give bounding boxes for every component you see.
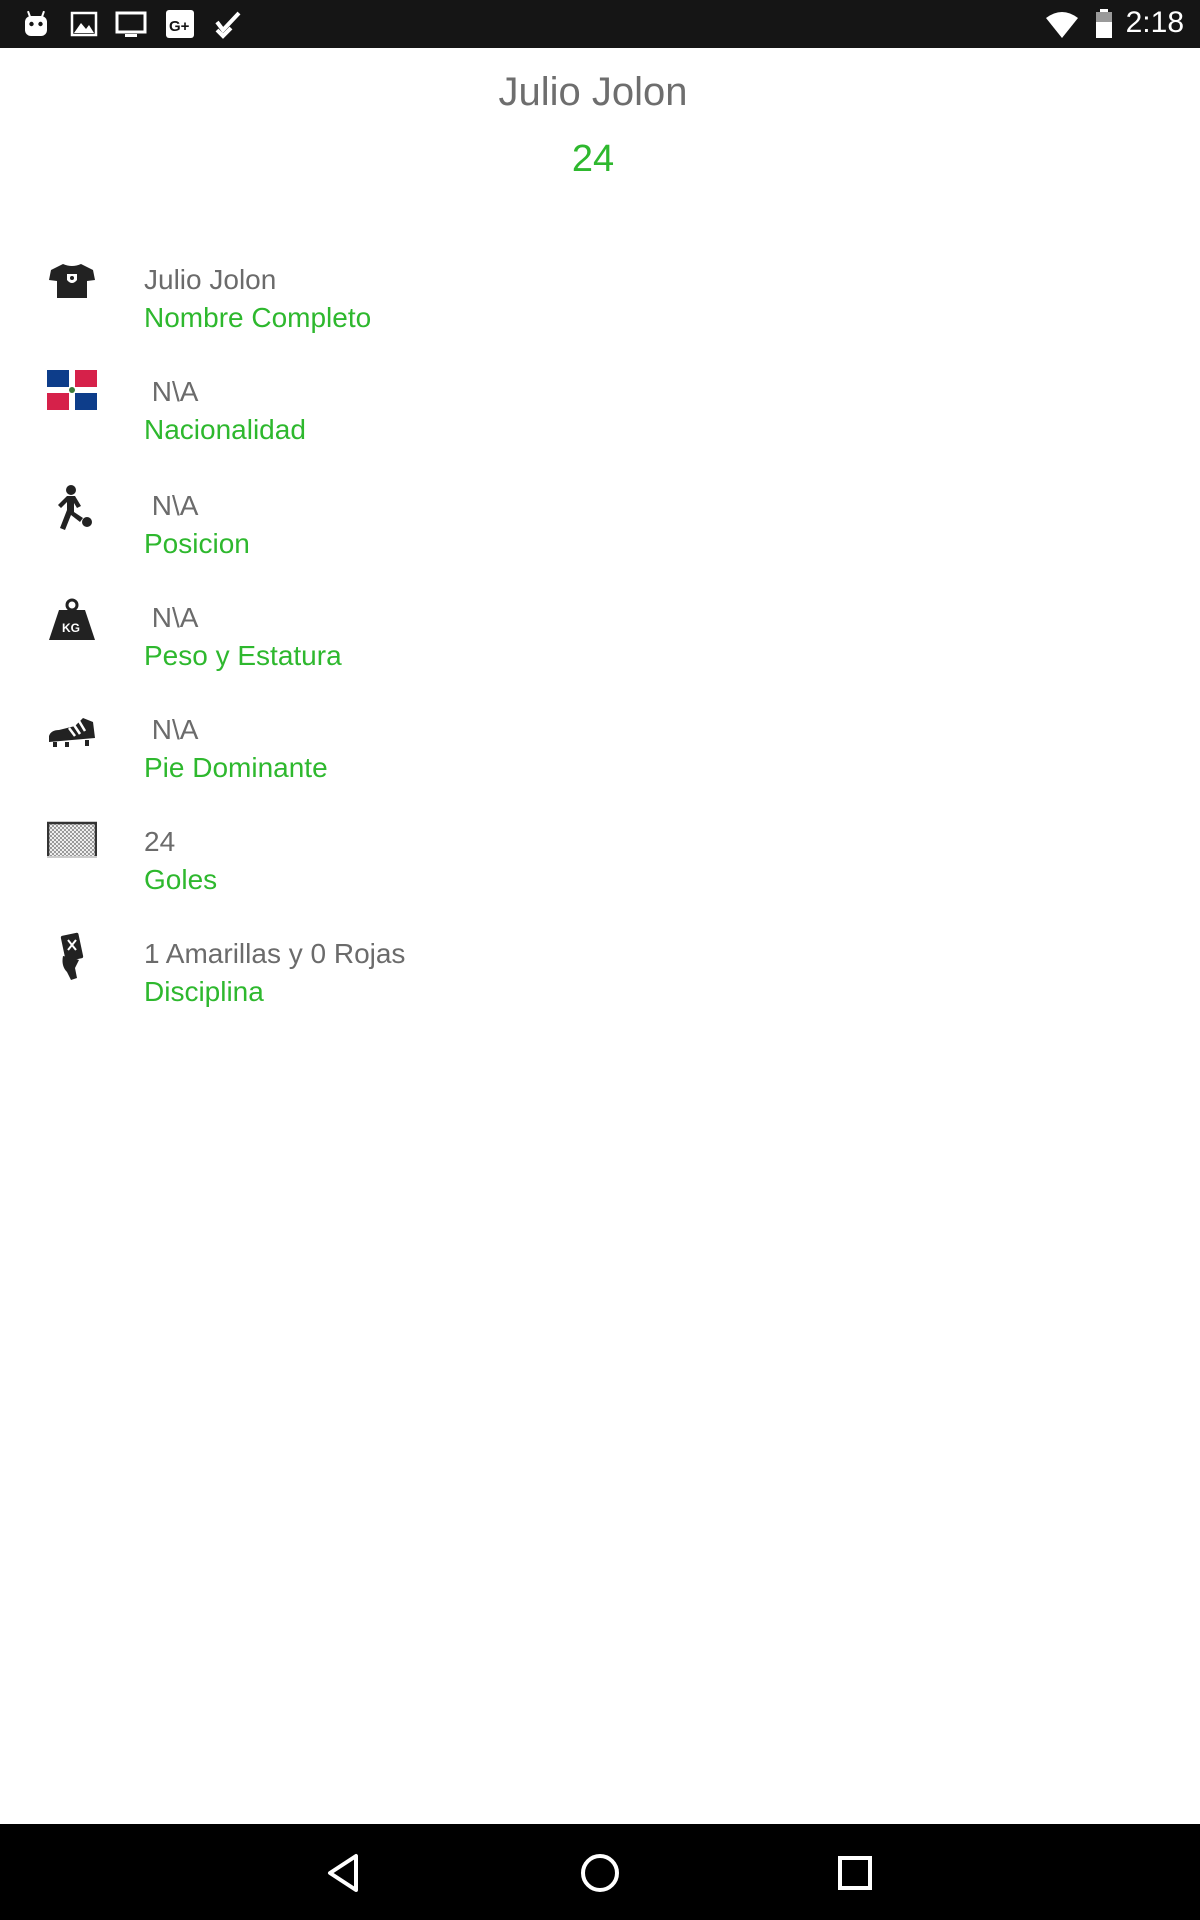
battery-icon	[1094, 8, 1114, 40]
check-task-icon	[212, 8, 244, 40]
goals-label: Goles	[144, 864, 218, 895]
detail-row-discipline: 1 Amarillas y 0 Rojas Disciplina	[0, 932, 1200, 1038]
player-goal-count: 24	[571, 138, 615, 180]
discipline-label: Disciplina	[144, 976, 264, 1007]
dominant-foot-label: Pie Dominante	[144, 752, 328, 783]
tv-icon	[115, 8, 147, 40]
detail-row-position: N\A Posicion	[0, 485, 1200, 590]
svg-text:KG: KG	[62, 621, 80, 635]
goals-value: 24	[144, 826, 176, 857]
goal-net-icon	[46, 820, 98, 870]
weight-height-label: Peso y Estatura	[144, 640, 342, 671]
position-label: Posicion	[144, 528, 250, 559]
navigation-bar	[0, 1824, 1200, 1920]
image-icon	[68, 8, 100, 40]
player-kicking-icon	[47, 484, 97, 534]
flag-icon	[47, 370, 97, 420]
detail-row-full-name: Julio Jolon Nombre Completo	[0, 264, 1200, 364]
home-icon[interactable]	[575, 1848, 625, 1898]
dominant-foot-value: N\A	[144, 714, 199, 745]
player-detail-screen: Julio Jolon 24 Julio Jolon Nombre Comple…	[0, 48, 1200, 1824]
detail-row-dominant-foot: N\A Pie Dominante	[0, 714, 1200, 814]
status-bar: G+ 2:18	[0, 0, 1200, 48]
android-icon	[20, 8, 52, 40]
detail-row-goals: 24 Goles	[0, 821, 1200, 926]
recents-icon[interactable]	[830, 1848, 880, 1898]
kg-weight-icon: KG	[47, 596, 97, 646]
back-icon[interactable]	[320, 1848, 370, 1898]
detail-row-nationality: N\A Nacionalidad	[0, 370, 1200, 476]
google-plus-icon: G+	[164, 8, 196, 40]
discipline-value: 1 Amarillas y 0 Rojas	[144, 938, 406, 969]
status-time: 2:18	[1125, 6, 1184, 39]
position-value: N\A	[144, 490, 199, 521]
detail-row-weight-height: KG N\A Peso y Estatura	[0, 598, 1200, 702]
player-name-title: Julio Jolon	[498, 70, 688, 114]
nationality-label: Nacionalidad	[144, 414, 306, 445]
weight-height-value: N\A	[144, 602, 199, 633]
full-name-value: Julio Jolon	[144, 264, 277, 295]
nationality-value: N\A	[144, 376, 199, 407]
full-name-label: Nombre Completo	[144, 302, 372, 333]
svg-text:G+: G+	[169, 18, 190, 35]
referee-card-icon	[47, 932, 97, 982]
jersey-icon	[47, 258, 97, 308]
wifi-icon	[1044, 8, 1080, 40]
cleat-shoe-icon	[47, 708, 97, 758]
